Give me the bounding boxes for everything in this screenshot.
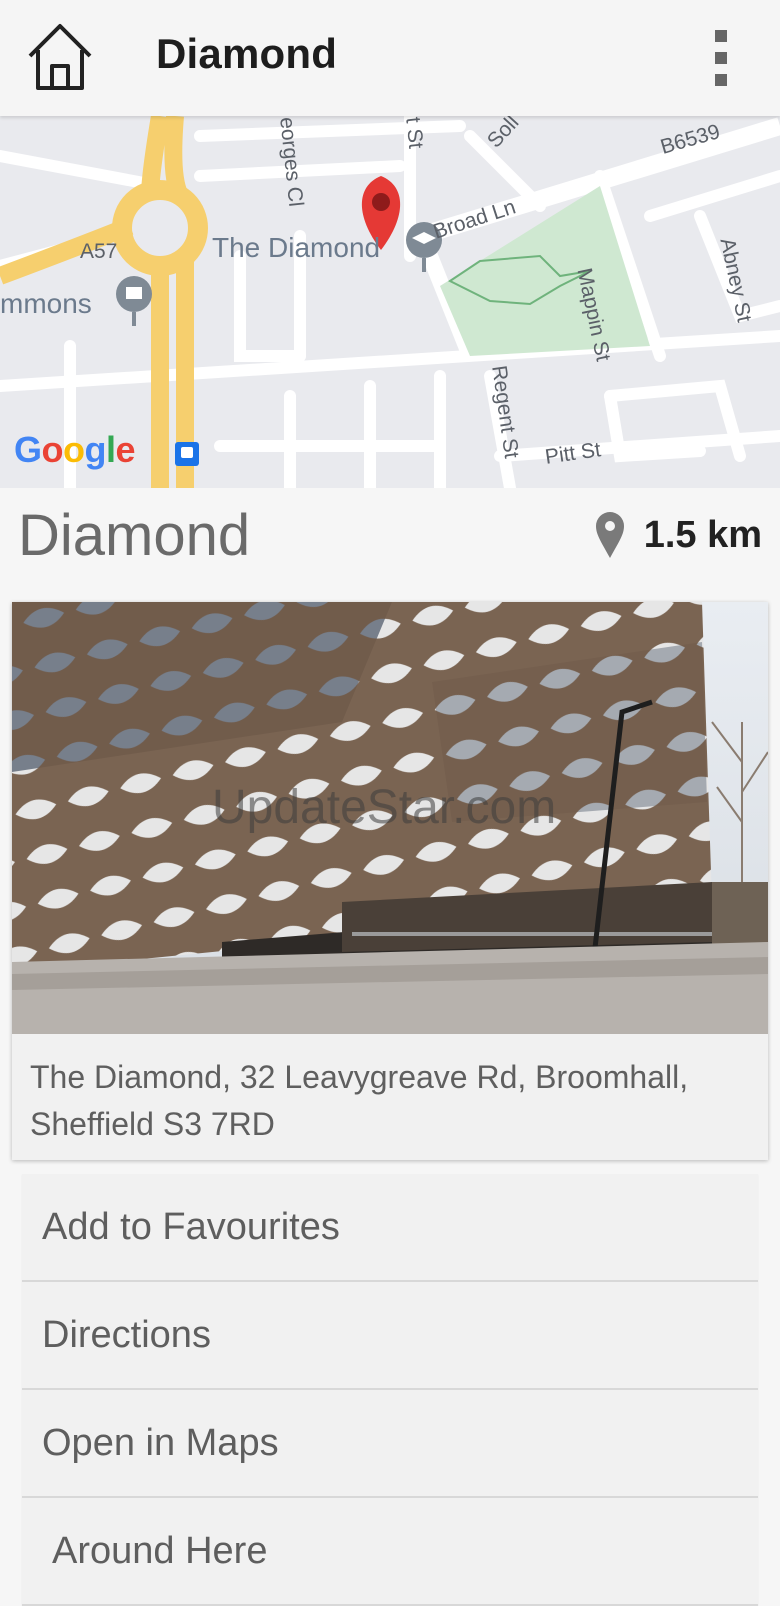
around-here-button[interactable]: Around Here [22, 1498, 758, 1606]
google-attribution: Google [14, 429, 136, 470]
more-vert-icon-dot [715, 52, 727, 64]
distance-value: 1.5 km [643, 513, 762, 556]
location-pin-icon [595, 512, 624, 558]
place-card: UpdateStar.com The Diamond, 32 Leavygrea… [12, 602, 768, 1160]
photo-watermark: UpdateStar.com [212, 781, 557, 834]
app-title: Diamond [156, 30, 338, 77]
map-label-the-diamond: The Diamond [212, 232, 381, 263]
home-button[interactable] [22, 18, 98, 94]
distance-indicator: 1.5 km [594, 510, 762, 560]
app-bar: Diamond [0, 0, 780, 116]
add-to-favourites-button[interactable]: Add to Favourites [22, 1174, 758, 1282]
map-view[interactable]: B6539 Broad Ln A57 The Diamond mmons Map… [0, 116, 780, 488]
more-vert-icon [715, 30, 727, 42]
map-label-st: t St [401, 116, 428, 150]
directions-button[interactable]: Directions [22, 1282, 758, 1390]
map-label-commons: mmons [0, 288, 92, 319]
place-address: The Diamond, 32 Leavygreave Rd, Broomhal… [30, 1059, 689, 1142]
more-options-button[interactable] [706, 30, 736, 86]
place-name: Diamond [18, 503, 251, 568]
more-vert-icon-dot [715, 74, 727, 86]
open-in-maps-button[interactable]: Open in Maps [22, 1390, 758, 1498]
map-label-a57: A57 [80, 240, 118, 263]
home-icon [28, 24, 92, 90]
place-photo: UpdateStar.com [12, 602, 768, 1034]
action-list: Add to Favourites Directions Open in Map… [22, 1174, 758, 1606]
